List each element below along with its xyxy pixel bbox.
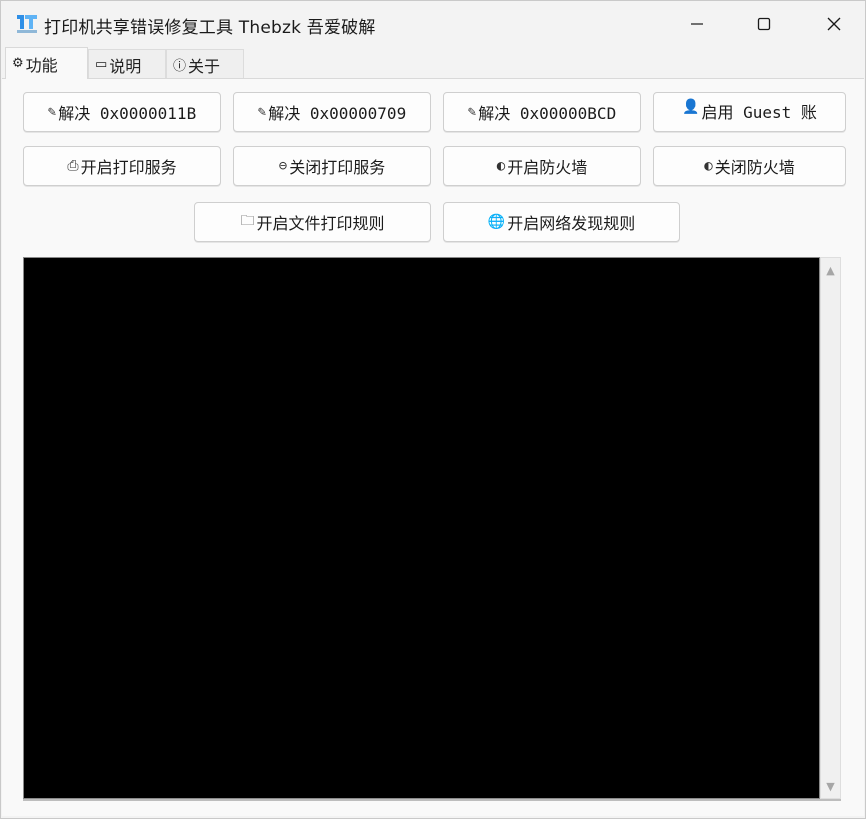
gear-icon: ⚙ xyxy=(12,56,24,71)
app-window: 打印机共享错误修复工具 Thebzk 吾爱破解 ⚙ 功能 ▭ 说明 ⓘ 关于 ✎… xyxy=(0,0,866,819)
fix-0x00000709-button[interactable]: ✎ 解决 0x00000709 xyxy=(233,92,431,132)
window-title: 打印机共享错误修复工具 Thebzk 吾爱破解 xyxy=(44,18,376,38)
button-label: 开启网络发现规则 xyxy=(507,214,636,233)
half-circle-icon: ◐ xyxy=(704,158,713,174)
maximize-icon xyxy=(757,17,771,31)
tab-bar: ⚙ 功能 ▭ 说明 ⓘ 关于 xyxy=(1,47,865,79)
console-bottom-border xyxy=(23,799,841,801)
button-label: 解决 0x00000BCD xyxy=(478,104,617,123)
tab-label: 说明 xyxy=(109,56,142,76)
console-scrollbar[interactable]: ▲ ▼ xyxy=(820,257,841,799)
button-label: 解决 0x00000709 xyxy=(268,104,407,123)
button-label: 开启文件打印规则 xyxy=(256,214,385,233)
enable-guest-button[interactable]: 👤 启用 Guest 账 xyxy=(653,92,846,132)
start-print-service-button[interactable]: ⎙ 开启打印服务 xyxy=(23,146,221,186)
stop-print-service-button[interactable]: ⊖ 关闭打印服务 xyxy=(233,146,431,186)
enable-network-discovery-rule-button[interactable]: 🌐 开启网络发现规则 xyxy=(443,202,680,242)
close-icon xyxy=(827,17,841,31)
title-bar[interactable]: 打印机共享错误修复工具 Thebzk 吾爱破解 xyxy=(1,1,865,47)
tab-functions[interactable]: ⚙ 功能 xyxy=(5,47,88,79)
scroll-up-button[interactable]: ▲ xyxy=(821,260,840,280)
button-label: 解决 0x0000011B xyxy=(58,104,197,123)
minus-circle-icon: ⊖ xyxy=(278,158,288,174)
book-icon: ▭ xyxy=(95,57,108,72)
close-button[interactable] xyxy=(811,1,857,47)
scroll-down-button[interactable]: ▼ xyxy=(821,776,840,796)
folder-icon: 🗀 xyxy=(240,213,255,229)
functions-panel: ✎ 解决 0x0000011B ✎ 解决 0x00000709 ✎ 解决 0x0… xyxy=(2,78,864,816)
enable-firewall-button[interactable]: ◐ 开启防火墙 xyxy=(443,146,641,186)
maximize-button[interactable] xyxy=(741,1,787,47)
console-output[interactable] xyxy=(23,257,820,799)
tab-instructions[interactable]: ▭ 说明 xyxy=(88,49,166,79)
info-icon: ⓘ xyxy=(173,59,187,74)
enable-file-print-rule-button[interactable]: 🗀 开启文件打印规则 xyxy=(194,202,431,242)
button-label: 开启打印服务 xyxy=(80,158,177,177)
button-label: 开启防火墙 xyxy=(507,158,588,177)
minimize-button[interactable] xyxy=(674,1,720,47)
tab-label: 功能 xyxy=(25,55,58,75)
globe-icon: 🌐 xyxy=(487,214,506,230)
tab-label: 关于 xyxy=(188,56,221,76)
tab-about[interactable]: ⓘ 关于 xyxy=(166,49,244,79)
arrow-down-icon: ▼ xyxy=(826,779,835,793)
wrench-icon: ✎ xyxy=(257,104,267,120)
half-circle-icon: ◐ xyxy=(496,158,506,174)
button-label: 启用 Guest 账 xyxy=(701,103,817,122)
app-logo-icon xyxy=(17,15,37,33)
button-label: 关闭防火墙 xyxy=(714,158,795,177)
fix-0x0000011b-button[interactable]: ✎ 解决 0x0000011B xyxy=(23,92,221,132)
printer-icon: ⎙ xyxy=(67,158,79,174)
fix-0x00000bcd-button[interactable]: ✎ 解决 0x00000BCD xyxy=(443,92,641,132)
disable-firewall-button[interactable]: ◐ 关闭防火墙 xyxy=(653,146,846,186)
user-icon: 👤 xyxy=(682,99,700,115)
wrench-icon: ✎ xyxy=(47,104,57,120)
minimize-icon xyxy=(691,23,703,25)
arrow-up-icon: ▲ xyxy=(826,263,835,277)
button-label: 关闭打印服务 xyxy=(289,158,386,177)
wrench-icon: ✎ xyxy=(467,104,477,120)
